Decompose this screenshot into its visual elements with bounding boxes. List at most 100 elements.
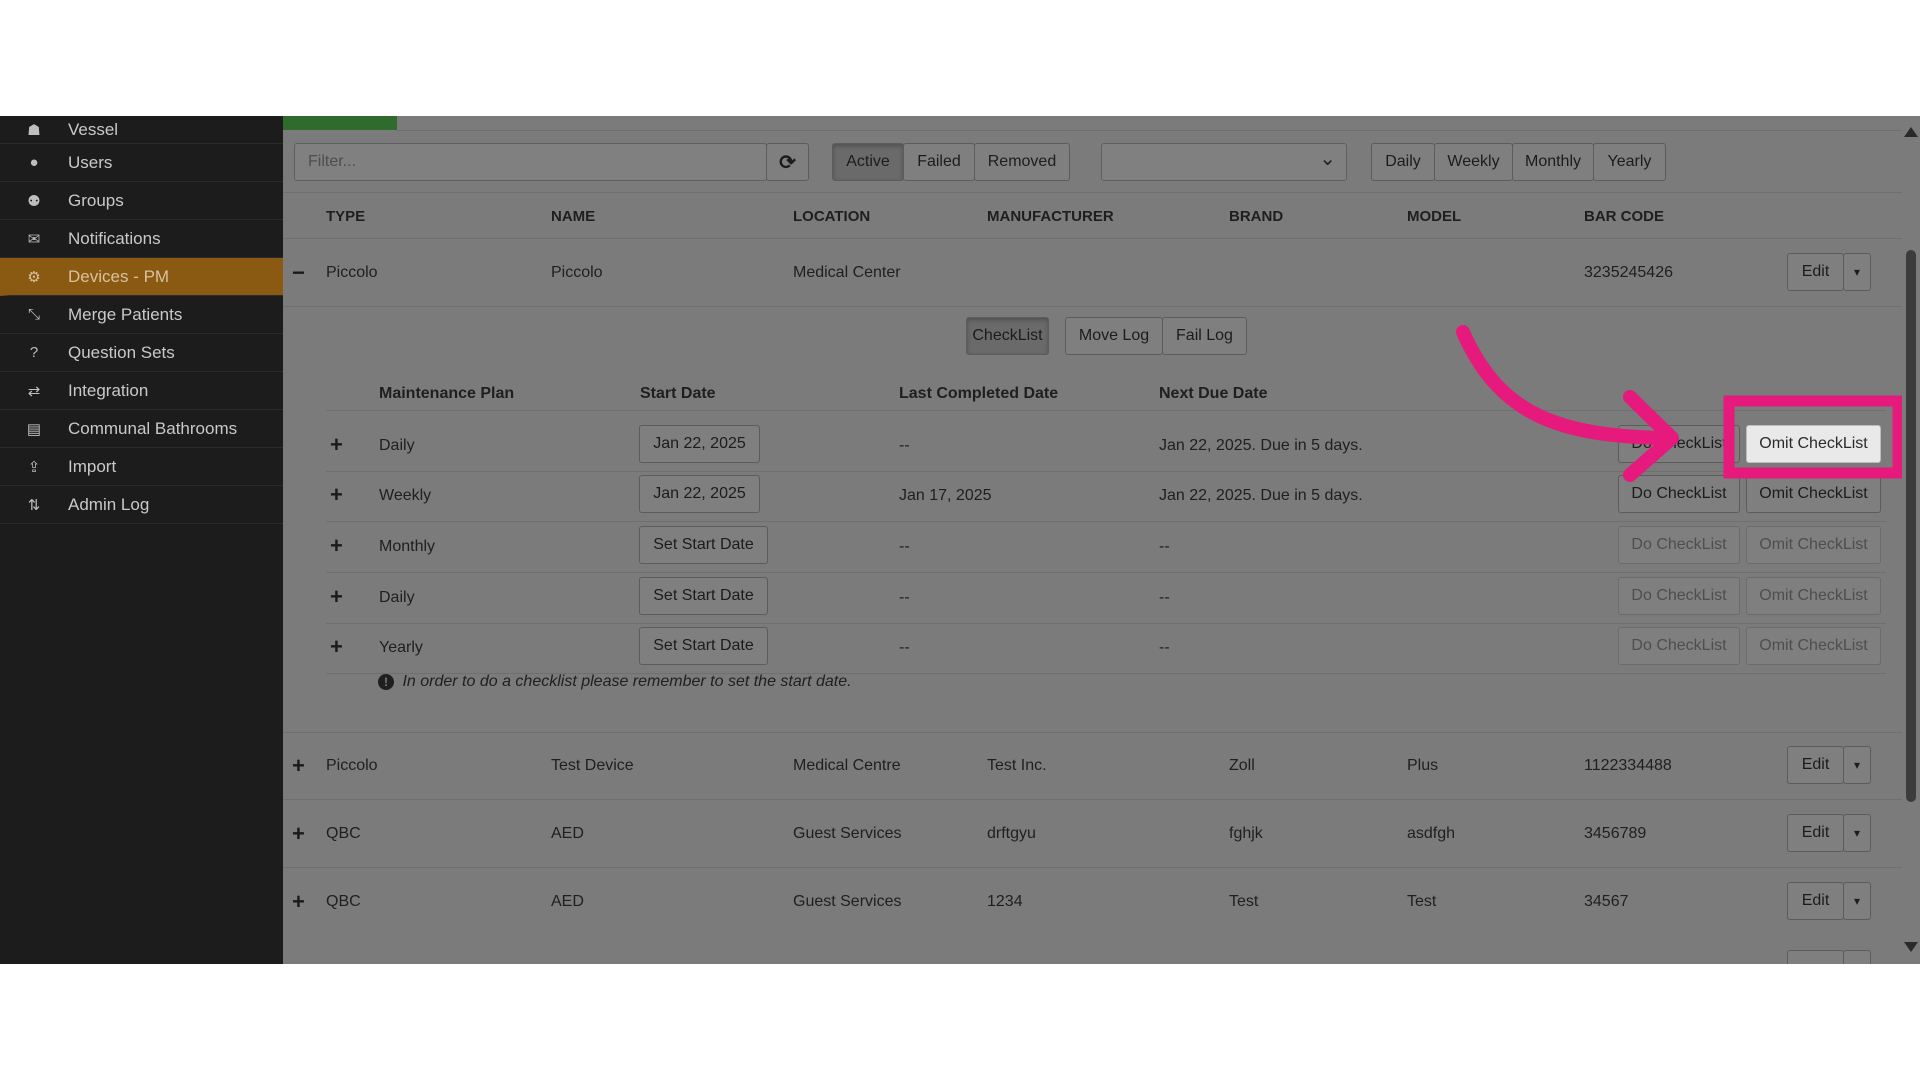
next-due-value: --: [1159, 639, 1170, 656]
omit-checklist-button[interactable]: Omit CheckList: [1746, 425, 1881, 463]
omit-checklist-label: Omit CheckList: [1759, 485, 1868, 502]
divider: [326, 410, 1886, 411]
edit-label: Edit: [1801, 263, 1830, 280]
edit-button-partial[interactable]: [1787, 950, 1844, 964]
sidebar-item[interactable]: ● Users: [0, 144, 283, 182]
scroll-thumb[interactable]: [1906, 250, 1916, 802]
start-date-note: ! In order to do a checklist please reme…: [378, 673, 852, 691]
plan-expand-icon[interactable]: +: [330, 584, 343, 610]
detail-tab-fail-log[interactable]: Fail Log: [1162, 317, 1247, 355]
sidebar-item[interactable]: ✉ Notifications: [0, 220, 283, 258]
sidebar-item[interactable]: ⇄ Integration: [0, 372, 283, 410]
sidebar-item[interactable]: ⇪ Import: [0, 448, 283, 486]
expand-toggle-icon[interactable]: +: [292, 821, 305, 847]
edit-button[interactable]: Edit: [1787, 746, 1844, 784]
next-due-value: Jan 22, 2025. Due in 5 days.: [1159, 437, 1363, 454]
set-start-date-button[interactable]: Set Start Date: [639, 627, 768, 665]
plan-expand-icon[interactable]: +: [330, 533, 343, 559]
filter-input[interactable]: Filter...: [294, 143, 767, 181]
start-date-label: Set Start Date: [653, 637, 754, 654]
sidebar-item[interactable]: ⇅ Admin Log: [0, 486, 283, 524]
do-checklist-button[interactable]: Do CheckList: [1618, 577, 1740, 615]
tab-failed[interactable]: Failed: [903, 143, 975, 181]
next-due-value: --: [1159, 589, 1170, 606]
set-start-date-button[interactable]: Set Start Date: [639, 577, 768, 615]
sidebar-item[interactable]: ▤ Communal Bathrooms: [0, 410, 283, 448]
cell-manufacturer: Test Inc.: [987, 757, 1047, 774]
cell-manufacturer: drftgyu: [987, 825, 1036, 842]
sidebar-item-label: Question Sets: [68, 342, 175, 362]
start-date-button[interactable]: Jan 22, 2025: [639, 475, 760, 513]
refresh-icon: ⟳: [779, 151, 796, 174]
edit-dropdown-partial[interactable]: [1843, 950, 1871, 964]
category-select[interactable]: ⌄: [1101, 143, 1347, 181]
edit-button[interactable]: Edit: [1787, 814, 1844, 852]
tab-daily[interactable]: Daily: [1371, 143, 1435, 181]
detail-tab-move-log-label: Move Log: [1078, 327, 1150, 344]
expand-toggle-icon[interactable]: +: [292, 889, 305, 915]
caret-down-icon: ▾: [1853, 758, 1861, 772]
scroll-up-icon[interactable]: [1904, 127, 1918, 137]
column-header[interactable]: NAME: [551, 208, 595, 225]
sidebar-item-label: Groups: [68, 190, 124, 210]
plan-expand-icon[interactable]: +: [330, 432, 343, 458]
omit-checklist-button[interactable]: Omit CheckList: [1746, 627, 1881, 665]
column-header[interactable]: LOCATION: [793, 208, 870, 225]
scrollbar[interactable]: [1902, 116, 1920, 964]
edit-button[interactable]: Edit: [1787, 882, 1844, 920]
cell-barcode: 3456789: [1584, 825, 1647, 842]
sidebar-item[interactable]: ☗ Vessel: [0, 116, 283, 144]
edit-dropdown-button[interactable]: ▾: [1843, 814, 1871, 852]
column-header[interactable]: BAR CODE: [1584, 208, 1664, 225]
plan-expand-icon[interactable]: +: [330, 482, 343, 508]
sidebar-item-label: Import: [68, 456, 117, 476]
do-checklist-button[interactable]: Do CheckList: [1618, 526, 1740, 564]
sidebar-item-label: Notifications: [68, 228, 161, 248]
cell-model: asdfgh: [1407, 825, 1456, 842]
omit-checklist-button[interactable]: Omit CheckList: [1746, 475, 1881, 513]
edit-dropdown-button[interactable]: ▾: [1843, 882, 1871, 920]
expand-toggle-icon[interactable]: +: [292, 753, 305, 779]
set-start-date-button[interactable]: Set Start Date: [639, 526, 768, 564]
tab-active[interactable]: Active: [832, 143, 904, 181]
omit-checklist-button[interactable]: Omit CheckList: [1746, 526, 1881, 564]
plan-expand-icon[interactable]: +: [330, 634, 343, 660]
edit-label: Edit: [1801, 756, 1830, 773]
tab-removed[interactable]: Removed: [974, 143, 1070, 181]
start-date-button[interactable]: Jan 22, 2025: [639, 425, 760, 463]
omit-checklist-button[interactable]: Omit CheckList: [1746, 577, 1881, 615]
refresh-button[interactable]: ⟳: [766, 143, 809, 181]
sidebar-item[interactable]: ⤡ Merge Patients: [0, 296, 283, 334]
sidebar-item[interactable]: ? Question Sets: [0, 334, 283, 372]
sidebar-item-label: Integration: [68, 380, 149, 400]
column-header[interactable]: TYPE: [326, 208, 365, 225]
edit-dropdown-button[interactable]: ▾: [1843, 746, 1871, 784]
column-header[interactable]: MODEL: [1407, 208, 1461, 225]
tab-monthly[interactable]: Monthly: [1512, 143, 1594, 181]
column-header[interactable]: BRAND: [1229, 208, 1283, 225]
column-header[interactable]: MANUFACTURER: [987, 208, 1114, 225]
do-checklist-label: Do CheckList: [1631, 536, 1727, 553]
divider: [283, 192, 1902, 193]
expand-toggle-icon[interactable]: −: [292, 260, 305, 286]
do-checklist-button[interactable]: Do CheckList: [1618, 475, 1740, 513]
detail-tab-checklist[interactable]: CheckList: [966, 317, 1049, 355]
sidebar-item[interactable]: ⚙ Devices - PM: [0, 258, 283, 296]
last-completed-header: Last Completed Date: [899, 385, 1059, 402]
last-completed-value: --: [899, 437, 910, 454]
sidebar-item[interactable]: ⚉ Groups: [0, 182, 283, 220]
scroll-down-icon[interactable]: [1904, 942, 1918, 952]
detail-tab-checklist-label: CheckList: [972, 327, 1043, 344]
cell-location: Guest Services: [793, 893, 902, 910]
edit-dropdown-button[interactable]: ▾: [1843, 253, 1871, 291]
edit-button[interactable]: Edit: [1787, 253, 1844, 291]
do-checklist-button[interactable]: Do CheckList: [1618, 425, 1740, 463]
tab-weekly[interactable]: Weekly: [1434, 143, 1513, 181]
compress-icon: ⤡: [27, 306, 40, 323]
tab-yearly[interactable]: Yearly: [1593, 143, 1666, 181]
last-completed-value: --: [899, 639, 910, 656]
divider: [326, 521, 1886, 522]
detail-tab-move-log[interactable]: Move Log: [1065, 317, 1163, 355]
do-checklist-button[interactable]: Do CheckList: [1618, 627, 1740, 665]
cell-type: Piccolo: [326, 264, 378, 281]
